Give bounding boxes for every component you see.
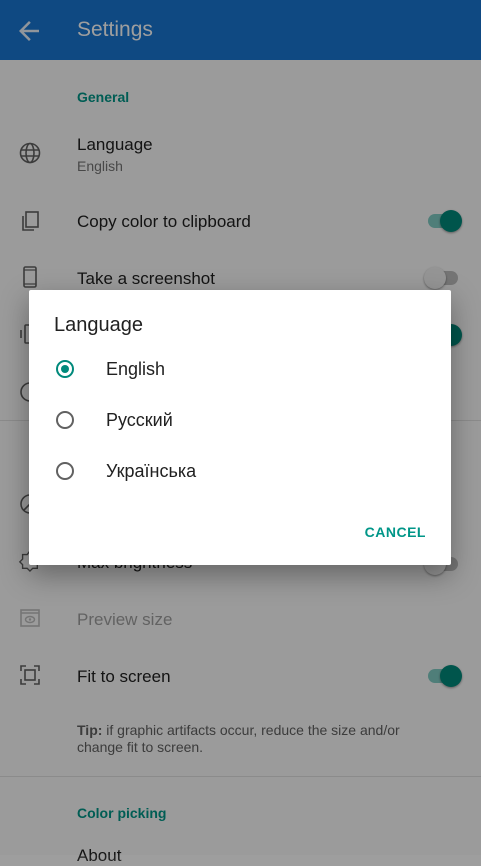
radio-button[interactable] — [56, 411, 74, 429]
option-label: Русский — [106, 410, 173, 430]
language-option-ukrainian[interactable]: Українська — [29, 450, 451, 498]
cancel-button[interactable]: CANCEL — [365, 524, 426, 540]
option-label: English — [106, 359, 166, 379]
language-dialog: Language English Русский Українська CANC… — [29, 290, 451, 565]
language-option-english[interactable]: English — [29, 348, 451, 396]
option-label: Українська — [106, 461, 197, 481]
dialog-title: Language — [54, 314, 143, 336]
radio-button-checked[interactable] — [56, 360, 74, 378]
language-option-russian[interactable]: Русский — [29, 399, 451, 447]
radio-button[interactable] — [56, 462, 74, 480]
